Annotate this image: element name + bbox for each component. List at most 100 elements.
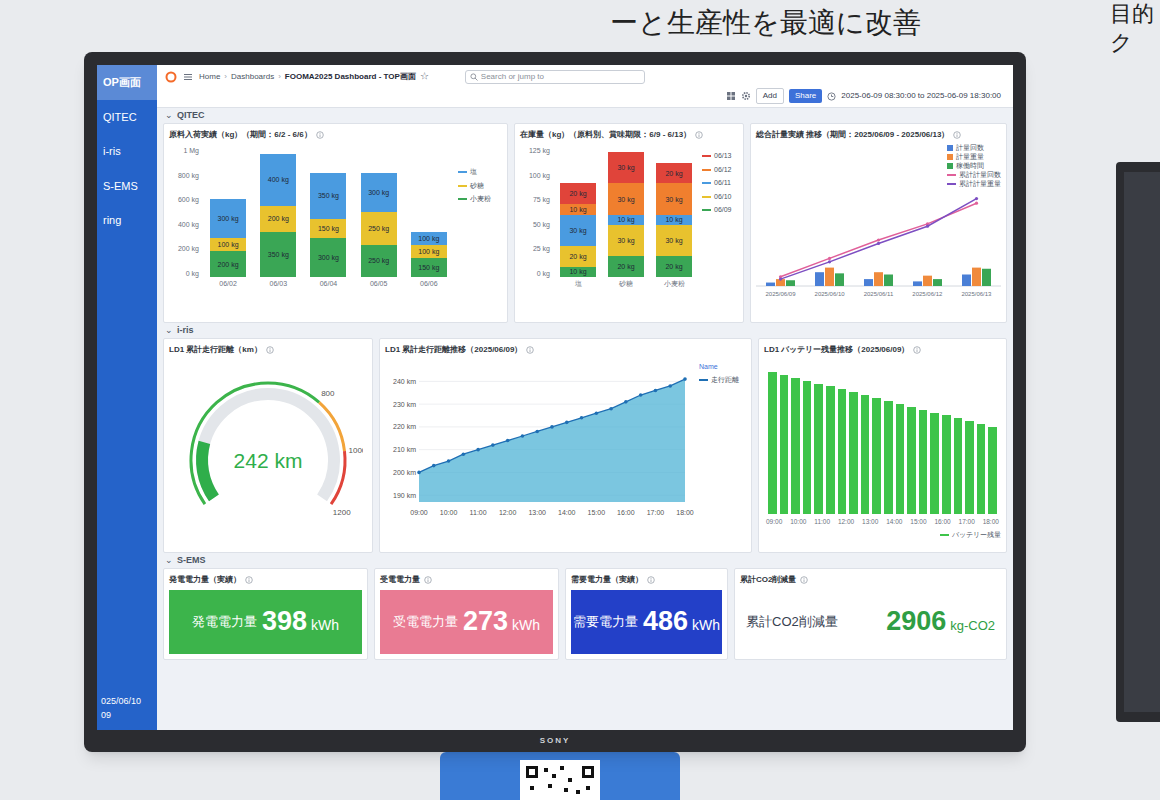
stacked-bar[interactable]: 250 kg250 kg300 kg (361, 147, 397, 277)
battery-bar[interactable] (838, 389, 847, 514)
bar-segment[interactable]: 350 kg (310, 173, 346, 219)
bar-segment[interactable]: 200 kg (260, 206, 296, 232)
bar-segment[interactable]: 300 kg (310, 238, 346, 277)
battery-bar[interactable] (907, 407, 916, 514)
battery-bar[interactable] (791, 378, 800, 514)
search-input[interactable] (481, 71, 640, 83)
stacked-bar[interactable]: 350 kg 200 kg 400 kg (260, 147, 296, 277)
bar-segment[interactable]: 200 kg (210, 251, 246, 277)
stacked-bar[interactable]: 150 kg100 kg100 kg (411, 147, 447, 277)
stacked-bar[interactable]: 20 kg30 kg10 kg30 kg20 kg (656, 147, 692, 277)
battery-bar[interactable] (930, 413, 939, 515)
bar-segment[interactable]: 10 kg (560, 204, 596, 214)
legend-label: 小麦粉 (470, 194, 491, 205)
bar-segment[interactable]: 10 kg (608, 215, 644, 225)
bar-segment[interactable]: 30 kg (608, 152, 644, 183)
bar-segment[interactable]: 150 kg (310, 219, 346, 239)
bar-segment[interactable]: 100 kg (210, 238, 246, 251)
info-icon-ring (648, 577, 655, 584)
stacked-bar[interactable]: 20 kg30 kg10 kg30 kg30 kg (608, 147, 644, 277)
bar-segment[interactable]: 20 kg (608, 256, 644, 277)
line-point (624, 400, 628, 404)
segment-label: 200 kg (268, 215, 289, 222)
x-tick: 2025/06/11 (864, 290, 894, 299)
stat-unit: kWh (311, 615, 339, 636)
bar-segment[interactable]: 300 kg (361, 173, 397, 212)
bar-segment[interactable]: 20 kg (656, 163, 692, 184)
battery-bar[interactable] (896, 404, 905, 514)
bar-segment[interactable]: 350 kg (260, 232, 296, 278)
sidebar-item[interactable]: i-ris (97, 134, 157, 169)
info-icon-stem (698, 134, 700, 137)
gauge-threshold-band (191, 383, 319, 504)
x-tick: 2025/06/10 (815, 290, 845, 299)
x-tick: 11:00 (470, 509, 487, 516)
bar-segment[interactable]: 20 kg (656, 256, 692, 277)
battery-panel: LD1 バッテリー残量推移（2025/06/09）09:0010:0011:00… (758, 338, 1007, 553)
distance-gauge: 80010001200242 km (173, 360, 363, 540)
line-point (462, 452, 466, 456)
legend-label: 稼働時間 (956, 162, 984, 170)
sidebar-item[interactable]: QITEC (97, 100, 157, 135)
bar-segment[interactable]: 100 kg (411, 245, 447, 258)
battery-bar[interactable] (884, 401, 893, 514)
battery-bar[interactable] (965, 421, 974, 514)
battery-bar[interactable] (768, 372, 777, 514)
battery-bar[interactable] (803, 381, 812, 514)
bar-segment[interactable]: 10 kg (560, 267, 596, 277)
toolbar-button[interactable]: Add (756, 88, 784, 104)
bar-segment[interactable]: 30 kg (560, 215, 596, 246)
section-header[interactable]: ⌄S-EMS (157, 553, 1013, 568)
legend-item: 稼働時間 (947, 162, 1001, 170)
info-icon-dot (249, 578, 250, 579)
sidebar-item[interactable]: OP画面 (97, 65, 157, 100)
sidebar-item[interactable]: S-EMS (97, 169, 157, 204)
bar-segment[interactable]: 100 kg (411, 232, 447, 245)
battery-bar[interactable] (861, 395, 870, 514)
battery-bar[interactable] (814, 384, 823, 515)
battery-bar[interactable] (780, 375, 789, 514)
battery-bar[interactable] (826, 386, 835, 514)
clock-icon (827, 92, 836, 101)
section-header[interactable]: ⌄QITEC (157, 108, 1013, 123)
section-header[interactable]: ⌄i-ris (157, 323, 1013, 338)
battery-bar[interactable] (988, 427, 997, 514)
stacked-bar[interactable]: 200 kg100 kg300 kg (210, 147, 246, 277)
bar-segment[interactable]: 150 kg (411, 258, 447, 278)
bar-segment[interactable]: 20 kg (560, 183, 596, 204)
bar-segment[interactable]: 20 kg (560, 246, 596, 267)
stacked-bar[interactable]: 10 kg20 kg30 kg10 kg20 kg (560, 147, 596, 277)
star-button[interactable]: ☆ (420, 70, 429, 84)
breadcrumb-link[interactable]: FOOMA2025 Dashboard - TOP画面 (285, 71, 416, 83)
legend-item: 06/12 (702, 165, 738, 176)
bar-segment[interactable]: 30 kg (608, 225, 644, 256)
x-tick: 06/06 (420, 280, 438, 287)
legend: 塩砂糖小麦粉 (458, 147, 502, 288)
bar-segment[interactable]: 30 kg (656, 225, 692, 256)
line-point (668, 384, 672, 388)
info-icon (245, 576, 253, 584)
battery-bar[interactable] (849, 392, 858, 514)
battery-bar[interactable] (872, 398, 881, 514)
battery-bar[interactable] (919, 410, 928, 514)
bar-segment[interactable]: 10 kg (656, 215, 692, 225)
battery-bar[interactable] (942, 415, 951, 514)
battery-bar[interactable] (977, 424, 986, 514)
bar-segment[interactable]: 250 kg (361, 212, 397, 245)
time-range-picker[interactable]: 2025-06-09 08:30:00 to 2025-06-09 18:30:… (841, 90, 1005, 102)
y-tick: 75 kg (520, 196, 550, 203)
battery-bar[interactable] (954, 418, 963, 514)
tv-brand: SONY (540, 735, 571, 747)
breadcrumb-link[interactable]: Home (199, 71, 220, 83)
search-box[interactable] (465, 70, 645, 84)
sidebar-item[interactable]: ring (97, 203, 157, 238)
breadcrumb-link[interactable]: Dashboards (231, 71, 274, 83)
clock-icon-face (828, 92, 835, 99)
bar-segment[interactable]: 300 kg (210, 199, 246, 238)
bar-segment[interactable]: 400 kg (260, 154, 296, 206)
bar-segment[interactable]: 30 kg (656, 183, 692, 214)
bar-segment[interactable]: 250 kg (361, 245, 397, 278)
bar-segment[interactable]: 30 kg (608, 183, 644, 214)
toolbar-button[interactable]: Share (789, 89, 822, 103)
stacked-bar[interactable]: 300 kg150 kg350 kg (310, 147, 346, 277)
